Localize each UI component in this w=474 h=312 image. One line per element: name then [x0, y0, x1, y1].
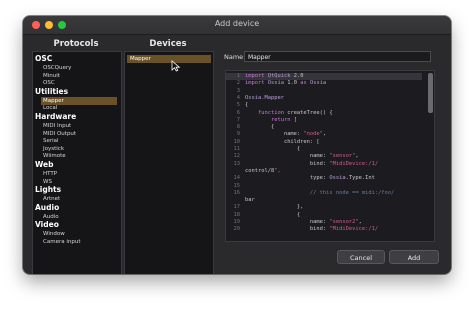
protocol-category: OSC	[35, 54, 53, 63]
cancel-button[interactable]: Cancel	[337, 250, 385, 264]
line-number: 1	[236, 73, 240, 79]
protocol-category: Web	[35, 160, 54, 169]
line-number: 2	[236, 80, 240, 87]
code-text: name: "sensor2",	[245, 219, 362, 225]
code-text: bind: "MidiDevice:/1/	[245, 226, 379, 233]
code-text: import QtQuick 2.0	[245, 73, 304, 79]
line-number: 3	[236, 87, 240, 94]
line-number: 18	[233, 211, 241, 218]
line-number: 9	[236, 131, 240, 138]
code-text: function createTree() {	[257, 109, 333, 116]
protocol-category: Video	[35, 220, 59, 230]
code-text: {	[245, 102, 249, 109]
code-text: name: "node",	[245, 131, 327, 138]
code-text: bind: "MidiDevice:/1/	[245, 160, 379, 167]
add-device-dialog: Add device Protocols Devices OSC OSCQuery…	[23, 16, 451, 274]
line-number: 11	[233, 146, 241, 152]
line-number: 19	[233, 219, 241, 225]
name-label: Name	[224, 53, 244, 61]
protocol-category: Utilities	[35, 86, 69, 96]
code-text: },	[245, 204, 304, 211]
add-button[interactable]: Add	[389, 250, 439, 264]
line-number: 13	[233, 160, 241, 167]
code-text: // this node == midi:/foo/	[245, 189, 395, 196]
code-text: {	[245, 146, 301, 152]
name-input[interactable]: Mapper	[244, 51, 431, 62]
line-number: 8	[236, 124, 240, 131]
protocol-category: Audio	[35, 202, 60, 212]
line-number: 4	[236, 94, 240, 101]
code-text: bar	[245, 197, 255, 204]
code-text: type: Ossia.Type.Int	[245, 175, 375, 182]
devices-list: Mapper	[124, 51, 214, 274]
mouse-cursor-icon	[171, 60, 181, 72]
line-number: 17	[233, 204, 241, 211]
line-number: 14	[233, 175, 241, 182]
protocol-category: Hardware	[35, 112, 77, 121]
protocols-list: OSC OSCQuery Minuit OSC Utilities Mapper Local…	[32, 51, 122, 274]
line-number: 10	[233, 138, 241, 145]
code-text: name: "sensor",	[245, 153, 359, 160]
code-text: {	[245, 124, 275, 131]
device-item-mapper[interactable]: Mapper	[127, 55, 211, 63]
line-number: 12	[233, 153, 241, 160]
code-text: import Ossia 1.0 as Ossia	[245, 80, 327, 87]
title-bar: Add device	[23, 16, 451, 35]
code-line: 1 import QtQuick 2.0	[226, 73, 422, 80]
code-text: return [	[270, 116, 297, 123]
protocols-header: Protocols	[53, 39, 99, 49]
protocol-item[interactable]: Camera input	[41, 238, 117, 246]
code-text: children: [	[245, 138, 320, 145]
window-title: Add device	[214, 19, 260, 28]
line-number: 5	[236, 102, 240, 109]
qml-code-editor[interactable]: 1 import QtQuick 2.0 2 import Ossia 1.0 as …	[225, 70, 435, 242]
protocol-category: Lights	[35, 185, 62, 195]
line-number: 7	[236, 116, 240, 123]
code-text: control/8",	[245, 167, 281, 174]
line-number: 16	[233, 189, 241, 196]
devices-header: Devices	[149, 39, 187, 49]
line-number: 20	[233, 226, 241, 233]
code-text: Ossia.Mapper	[245, 94, 284, 101]
line-number: 15	[233, 182, 241, 189]
code-text: {	[245, 211, 301, 218]
line-number: 6	[236, 109, 240, 116]
editor-scrollbar[interactable]	[428, 73, 433, 113]
